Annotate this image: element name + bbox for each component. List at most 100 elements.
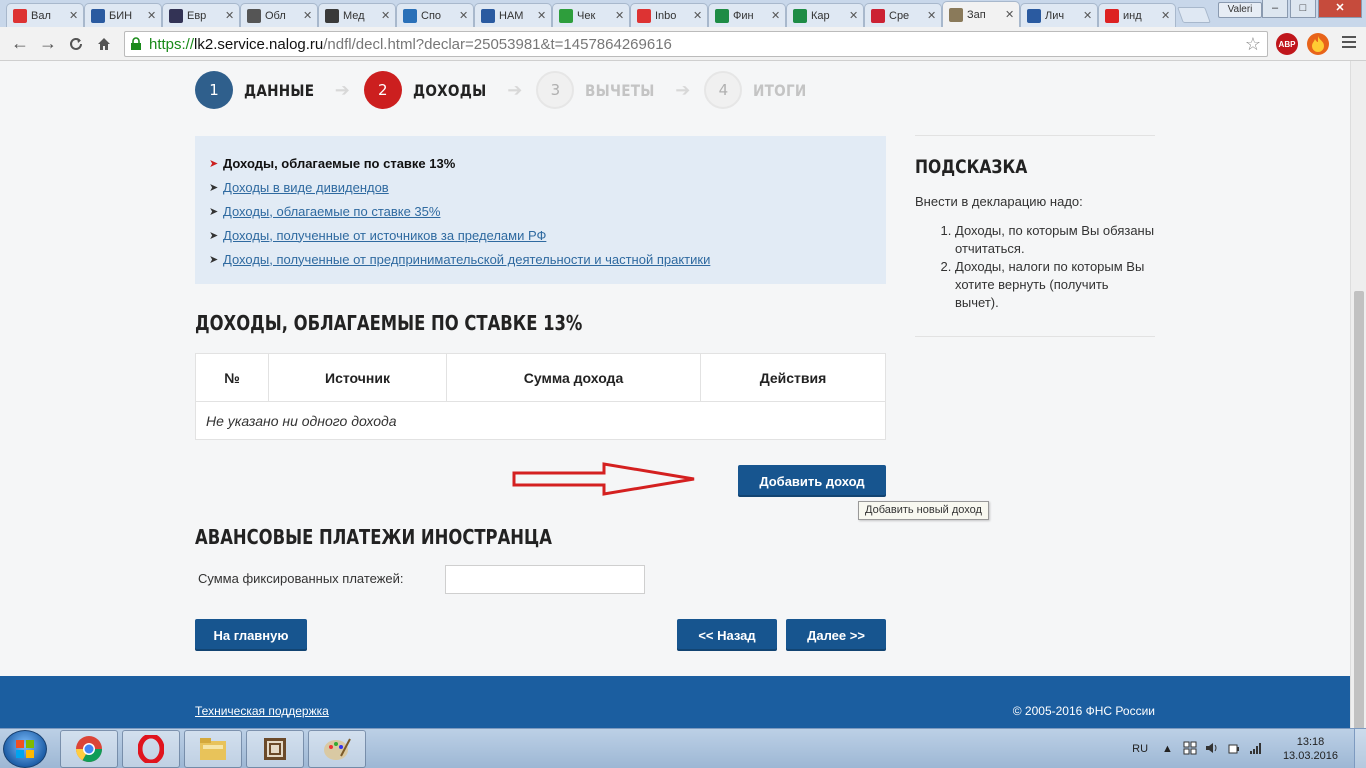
opera-taskbar-icon[interactable] [122,730,180,768]
browser-tab[interactable]: инд ✕ [1098,3,1176,27]
close-tab-icon[interactable]: ✕ [459,9,469,22]
close-tab-icon[interactable]: ✕ [147,9,157,22]
browser-tab[interactable]: Лич ✕ [1020,3,1098,27]
fire-extension-icon[interactable] [1307,33,1329,55]
tray-expand-icon[interactable]: ▲ [1162,743,1173,755]
close-tab-icon[interactable]: ✕ [771,9,781,22]
step-number: 4 [704,71,743,109]
close-tab-icon[interactable]: ✕ [537,9,547,22]
back-arrow-icon[interactable]: ← [6,30,34,58]
tab-title: Евр [187,9,207,22]
list-item: Доходы, налоги по которым Вы хотите верн… [955,258,1155,312]
address-bar[interactable]: https://lk2.service.nalog.ru/ndfl/decl.h… [124,31,1268,57]
chevron-right-icon: ➤ [209,181,219,194]
income-type-link[interactable]: Доходы, облагаемые по ставке 35% [223,204,440,219]
archive-taskbar-icon[interactable] [246,730,304,768]
bookmark-star-icon[interactable]: ☆ [1245,34,1261,55]
maximize-button[interactable]: □ [1290,0,1316,18]
browser-tab[interactable]: Евр ✕ [162,3,240,27]
fixed-payments-input[interactable] [445,565,645,594]
browser-tab[interactable]: Спо ✕ [396,3,474,27]
browser-toolbar: ← → https://lk2.service.nalog.ru/ndfl/de… [0,27,1366,61]
table-header-row: № Источник Сумма дохода Действия [195,353,886,402]
new-tab-button[interactable] [1177,7,1211,23]
page-scrollbar[interactable] [1350,61,1366,731]
back-button[interactable]: << Назад [677,619,777,651]
money-bag-icon [247,8,261,23]
tab-title: Зап [967,8,986,21]
browser-tab[interactable]: БИН ✕ [84,3,162,27]
action-center-icon[interactable] [1183,741,1197,758]
profile-button[interactable]: Valeri [1218,2,1262,18]
browser-tab[interactable]: Сре ✕ [864,3,942,27]
list-item: Доходы, по которым Вы обязаны отчитаться… [955,222,1155,258]
step-data[interactable]: 1 ДАННЫЕ ➔ [195,71,350,109]
add-income-tooltip: Добавить новый доход [858,501,989,520]
browser-tab[interactable]: НАМ ✕ [474,3,552,27]
home-icon[interactable] [90,30,118,58]
close-tab-icon[interactable]: ✕ [693,9,703,22]
minimize-button[interactable]: – [1262,0,1288,18]
tab-title: НАМ [499,9,524,22]
close-tab-icon[interactable]: ✕ [849,9,859,22]
close-tab-icon[interactable]: ✕ [927,9,937,22]
tab-title: Лич [1045,9,1065,22]
close-tab-icon[interactable]: ✕ [615,9,625,22]
close-tab-icon[interactable]: ✕ [303,9,313,22]
step-label: ВЫЧЕТЫ [585,80,655,100]
browser-tab[interactable]: Чек ✕ [552,3,630,27]
browser-tab[interactable]: Мед ✕ [318,3,396,27]
income-type-link[interactable]: Доходы, полученные от источников за пред… [223,228,546,243]
browser-menu-icon[interactable] [1342,36,1356,51]
add-income-button[interactable]: Добавить доход [738,465,886,497]
browser-tab[interactable]: Обл ✕ [240,3,318,27]
power-icon[interactable] [1227,741,1241,758]
income-type-link[interactable]: Доходы, полученные от предпринимательско… [223,252,710,267]
step-number: 3 [536,71,575,109]
close-tab-icon[interactable]: ✕ [1161,9,1171,22]
reload-icon[interactable] [62,30,90,58]
browser-tab[interactable]: Фин ✕ [708,3,786,27]
income-type-label: Доходы, облагаемые по ставке 13% [223,155,456,171]
close-tab-icon[interactable]: ✕ [1083,9,1093,22]
windows-start-icon[interactable] [3,730,47,768]
close-tab-icon[interactable]: ✕ [1005,8,1015,21]
explorer-taskbar-icon[interactable] [184,730,242,768]
browser-tab[interactable]: Вал ✕ [6,3,84,27]
show-desktop-button[interactable] [1354,729,1366,768]
income-type-foreign: ➤ Доходы, полученные от источников за пр… [209,223,872,247]
paint-taskbar-icon[interactable] [308,730,366,768]
adblock-plus-icon[interactable]: ABP [1276,33,1298,55]
forward-arrow-icon[interactable]: → [34,30,62,58]
home-button[interactable]: На главную [195,619,307,651]
close-tab-icon[interactable]: ✕ [225,9,235,22]
system-clock[interactable]: 13:18 13.03.2016 [1283,735,1338,763]
income-type-link[interactable]: Доходы в виде дивидендов [223,180,389,195]
circle-icon [325,8,339,23]
income-type-35: ➤ Доходы, облагаемые по ставке 35% [209,199,872,223]
step-income[interactable]: 2 ДОХОДЫ ➔ [363,71,523,109]
system-tray: RU ▲ 13:18 13.03.2016 [1132,729,1366,768]
browser-tab[interactable]: Зап ✕ [942,1,1020,27]
column-header-source: Источник [268,353,447,402]
volume-icon[interactable] [1205,741,1219,758]
next-button[interactable]: Далее >> [786,619,886,651]
support-link[interactable]: Техническая поддержка [195,704,329,718]
close-window-button[interactable]: ✕ [1318,0,1362,18]
scrollbar-thumb[interactable] [1354,291,1364,731]
close-tab-icon[interactable]: ✕ [381,9,391,22]
chevron-right-icon: ➤ [209,157,219,170]
income-type-menu: ➤ Доходы, облагаемые по ставке 13% ➤ Дох… [195,136,886,284]
browser-tab[interactable]: Inbo ✕ [630,3,708,27]
cart-icon [481,8,495,23]
network-icon[interactable] [1249,741,1263,758]
wizard-steps: 1 ДАННЫЕ ➔ 2 ДОХОДЫ ➔ 3 ВЫЧЕТЫ ➔ 4 ИТОГИ [195,71,830,109]
browser-tab[interactable]: Кар ✕ [786,3,864,27]
chrome-taskbar-icon[interactable] [60,730,118,768]
close-tab-icon[interactable]: ✕ [69,9,79,22]
clock-date: 13.03.2016 [1282,750,1338,762]
step-arrow-icon: ➔ [507,79,523,100]
language-indicator[interactable]: RU [1132,743,1148,755]
hint-intro: Внести в декларацию надо: [915,194,1083,209]
hint-list: Доходы, по которым Вы обязаны отчитаться… [915,222,1155,312]
